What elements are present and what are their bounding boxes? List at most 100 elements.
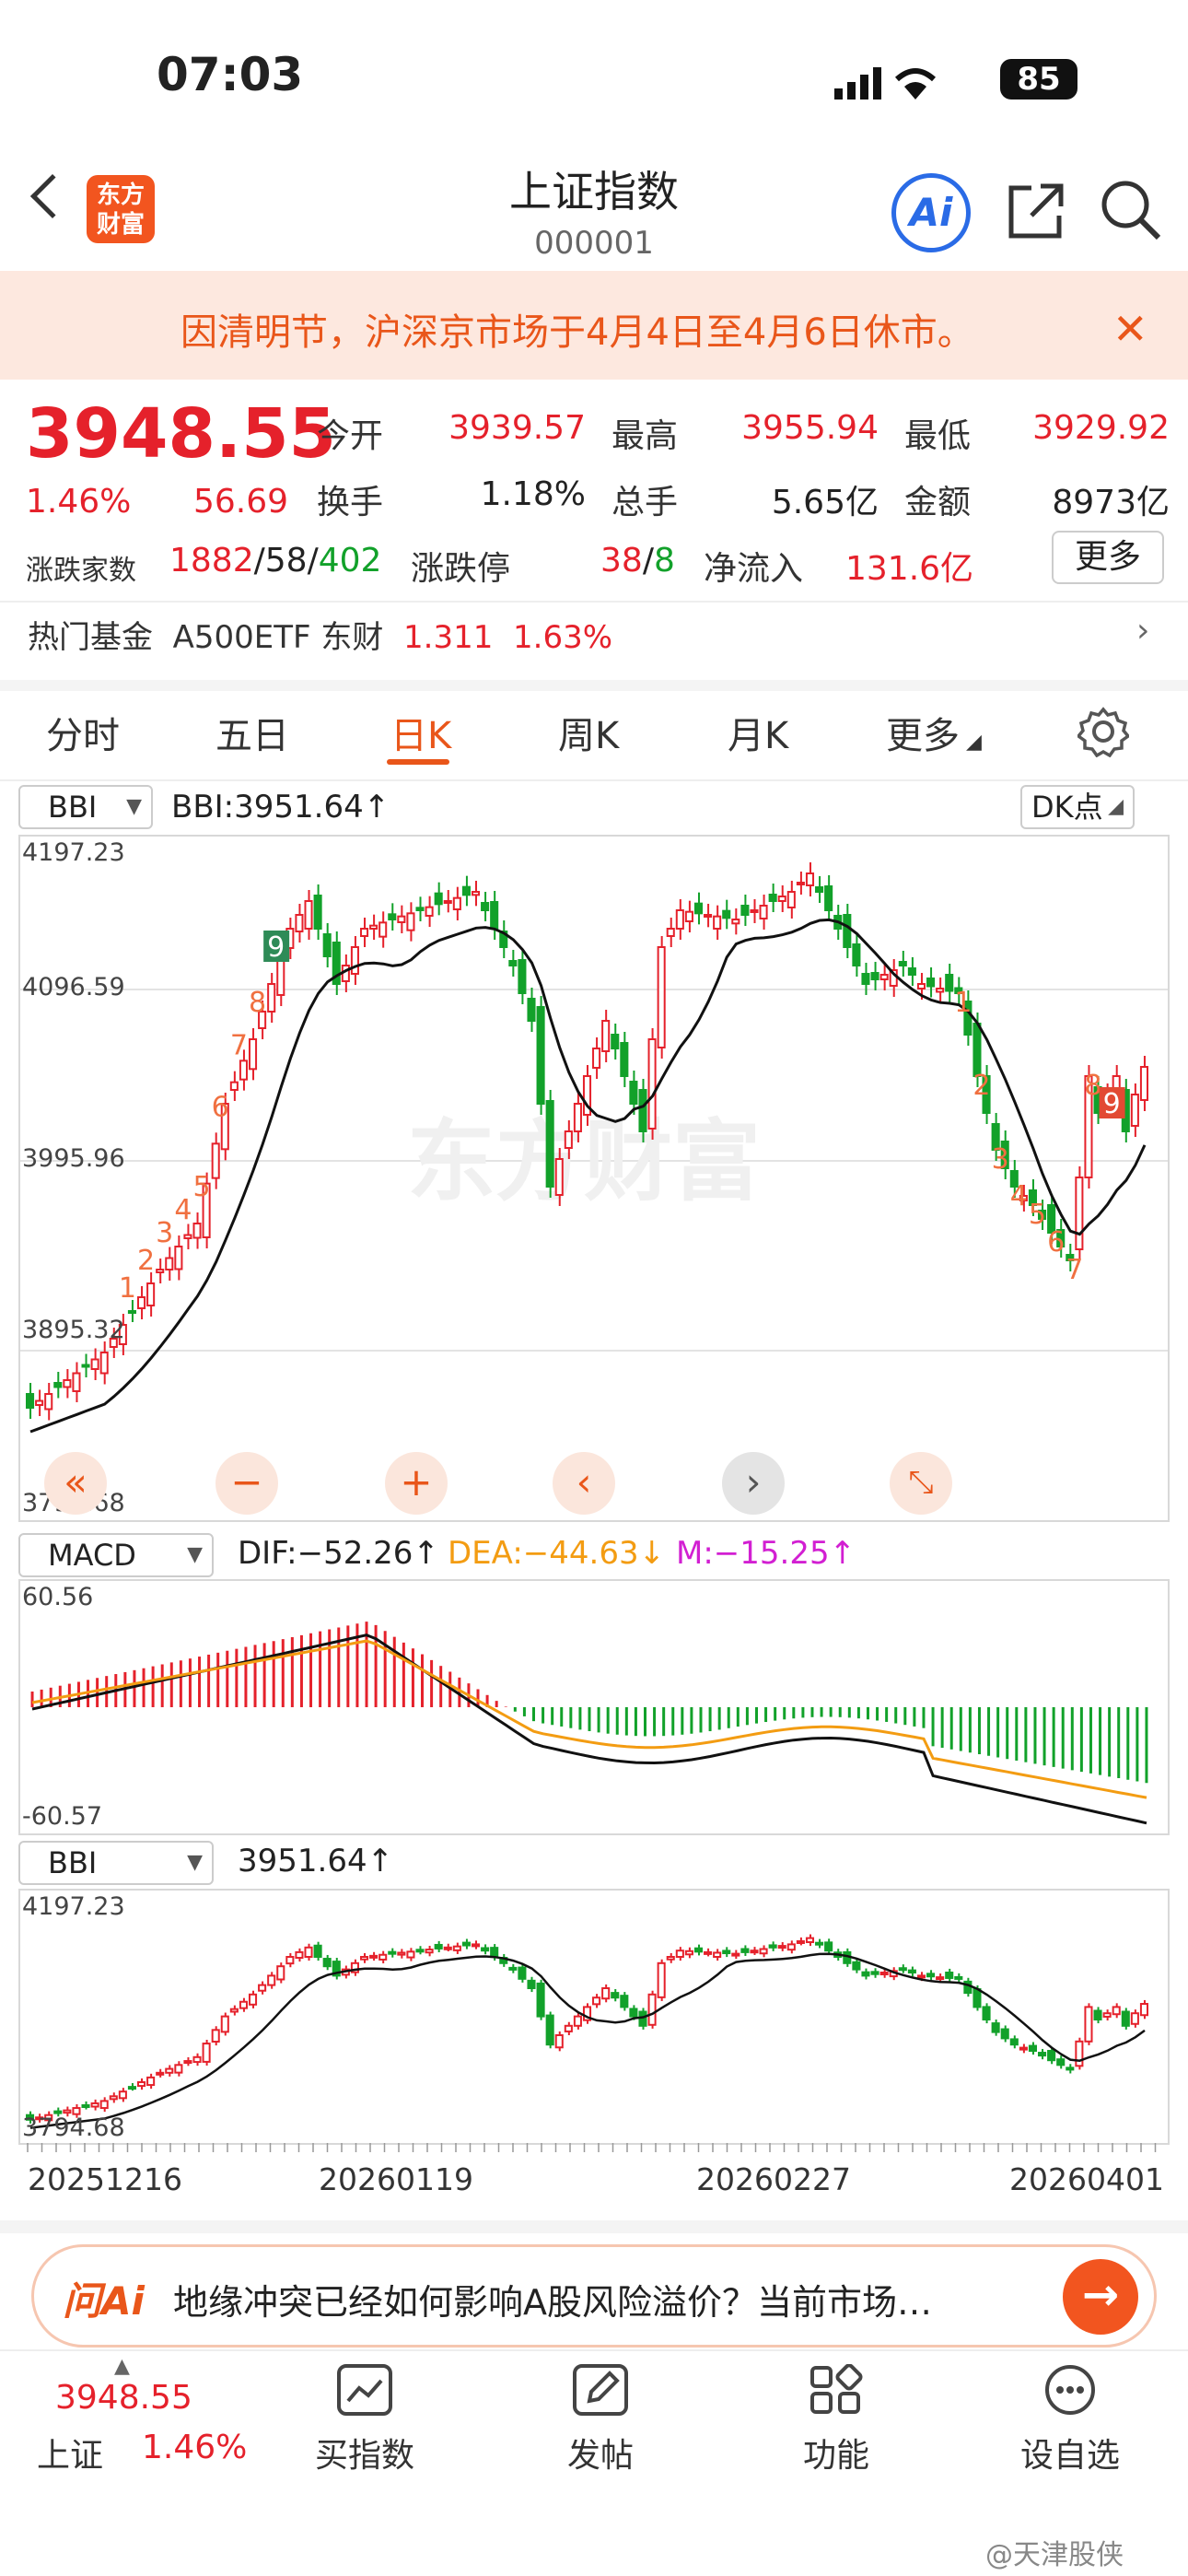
nav-buy-index[interactable]: 买指数: [282, 2429, 448, 2476]
tab-five-day[interactable]: 五日: [215, 706, 289, 759]
nav-index-change[interactable]: 1.46%: [142, 2429, 247, 2466]
candle-body: [183, 2060, 192, 2065]
chevron-right-icon[interactable]: ›: [1136, 612, 1149, 650]
arrow-right-icon[interactable]: →: [1063, 2259, 1138, 2335]
candle-body: [545, 1100, 554, 1188]
candle-body: [379, 921, 388, 938]
turnover-label: 换手: [317, 484, 384, 521]
candle-body: [536, 1982, 545, 2018]
candle-body: [1038, 2052, 1047, 2057]
mini-chart-panel[interactable]: [18, 1889, 1170, 2145]
candle-body: [90, 2102, 99, 2108]
bbi-value: BBI:3951.64↑: [171, 789, 390, 825]
kline-chart-panel[interactable]: 东方财富 123456789123456789: [18, 835, 1170, 1522]
candle-body: [211, 1142, 220, 1179]
candle-body: [898, 1967, 907, 1972]
date-label: 20251216: [28, 2161, 182, 2197]
candle-body: [369, 1954, 379, 1959]
candle-body: [907, 1969, 916, 1974]
candle-body: [156, 1269, 165, 1273]
candle-body: [647, 1038, 657, 1130]
ai-button[interactable]: Ai: [891, 173, 971, 252]
mini-kline-chart[interactable]: [20, 1891, 1168, 2143]
divider: [0, 601, 1188, 603]
candle-body: [1056, 2058, 1066, 2067]
candle-body: [490, 901, 499, 930]
breadth-label: 涨跌家数: [26, 555, 136, 587]
ask-ai-question[interactable]: 地缘冲突已经如何影响A股风险溢价？当前市场…: [173, 2274, 932, 2324]
candle-body: [127, 1310, 136, 1314]
candle-body: [713, 1951, 722, 1959]
candle-body: [750, 1950, 759, 1954]
tab-more[interactable]: 更多 ◢: [886, 706, 982, 759]
td-sequence-down: 2: [973, 1070, 990, 1102]
candle-body: [740, 905, 750, 916]
edit-icon[interactable]: [573, 2364, 628, 2416]
candle-body: [165, 2067, 174, 2074]
limit-values: 38/8: [600, 542, 675, 580]
mini-indicator-select[interactable]: BBI ▼: [18, 1841, 214, 1885]
scroll-right-button[interactable]: ›: [722, 1452, 785, 1515]
candle-body: [406, 1950, 415, 1959]
scroll-left-button[interactable]: ‹: [553, 1452, 615, 1515]
y-tick: 4096.59: [22, 973, 125, 1001]
candle-body: [722, 1950, 731, 1955]
tab-intraday[interactable]: 分时: [46, 706, 120, 759]
macd-chart-panel[interactable]: [18, 1579, 1170, 1835]
nav-functions[interactable]: 功能: [753, 2429, 919, 2476]
more-button[interactable]: 更多: [1052, 531, 1164, 584]
candle-body: [713, 915, 722, 930]
candle-body: [63, 1379, 72, 1388]
candle-body: [731, 1952, 740, 1957]
candle-body: [675, 909, 684, 930]
candle-body: [564, 2024, 573, 2032]
turnover-value: 1.18%: [480, 475, 586, 513]
netflow-value: 131.6亿: [845, 550, 974, 588]
dk-point-select[interactable]: DK点 ◢: [1020, 785, 1135, 829]
hot-fund-row[interactable]: 热门基金 A500ETF 东财 1.311 1.63%: [28, 612, 612, 657]
kline-chart[interactable]: 东方财富 123456789123456789: [20, 837, 1168, 1520]
candle-body: [861, 1971, 870, 1977]
candle-body: [53, 1382, 63, 1388]
zoom-out-button[interactable]: −: [215, 1452, 278, 1515]
tab-monthly-k[interactable]: 月K: [728, 706, 788, 759]
scroll-left-fast-button[interactable]: «: [44, 1452, 107, 1515]
macd-chart[interactable]: [20, 1581, 1168, 1833]
candle-body: [852, 943, 861, 966]
td-sequence-down: 7: [1066, 1254, 1083, 1286]
candle-body: [592, 1048, 601, 1069]
macd-indicator-select[interactable]: MACD ▼: [18, 1533, 214, 1577]
nav-post[interactable]: 发帖: [518, 2429, 683, 2476]
candle-body: [425, 906, 434, 917]
candle-body: [796, 882, 805, 885]
nav-index-price[interactable]: 3948.55: [55, 2379, 192, 2417]
chart-icon[interactable]: [337, 2364, 392, 2416]
tab-weekly-k[interactable]: 周K: [558, 706, 619, 759]
zoom-in-button[interactable]: +: [385, 1452, 448, 1515]
candle-body: [239, 2000, 248, 2009]
candle-body: [258, 1984, 267, 1992]
share-icon[interactable]: [1004, 179, 1068, 243]
candle-body: [657, 1961, 666, 1998]
candle-body: [174, 2064, 183, 2074]
volume-value: 5.65亿: [771, 484, 879, 521]
candle-body: [229, 1081, 239, 1091]
more-dots-icon[interactable]: [1042, 2364, 1098, 2421]
gear-icon[interactable]: [1077, 706, 1129, 757]
tab-daily-k[interactable]: 日K: [390, 706, 451, 759]
main-indicator-select[interactable]: BBI ▼: [18, 785, 153, 829]
candle-body: [704, 914, 713, 918]
nav-add-watchlist[interactable]: 设自选: [987, 2429, 1153, 2476]
candle-body: [620, 1042, 629, 1077]
candle-body: [508, 960, 518, 966]
apps-icon[interactable]: [809, 2363, 864, 2421]
candle-body: [926, 1973, 936, 1978]
candle-body: [527, 1979, 536, 1989]
close-icon[interactable]: ✕: [1112, 304, 1148, 354]
search-icon[interactable]: [1098, 177, 1164, 243]
expand-icon[interactable]: ⤡: [890, 1452, 952, 1515]
nav-index-name[interactable]: 上证: [37, 2429, 103, 2476]
candle-body: [174, 1246, 183, 1270]
candle-body: [527, 998, 536, 1022]
candle-body: [72, 1372, 81, 1392]
